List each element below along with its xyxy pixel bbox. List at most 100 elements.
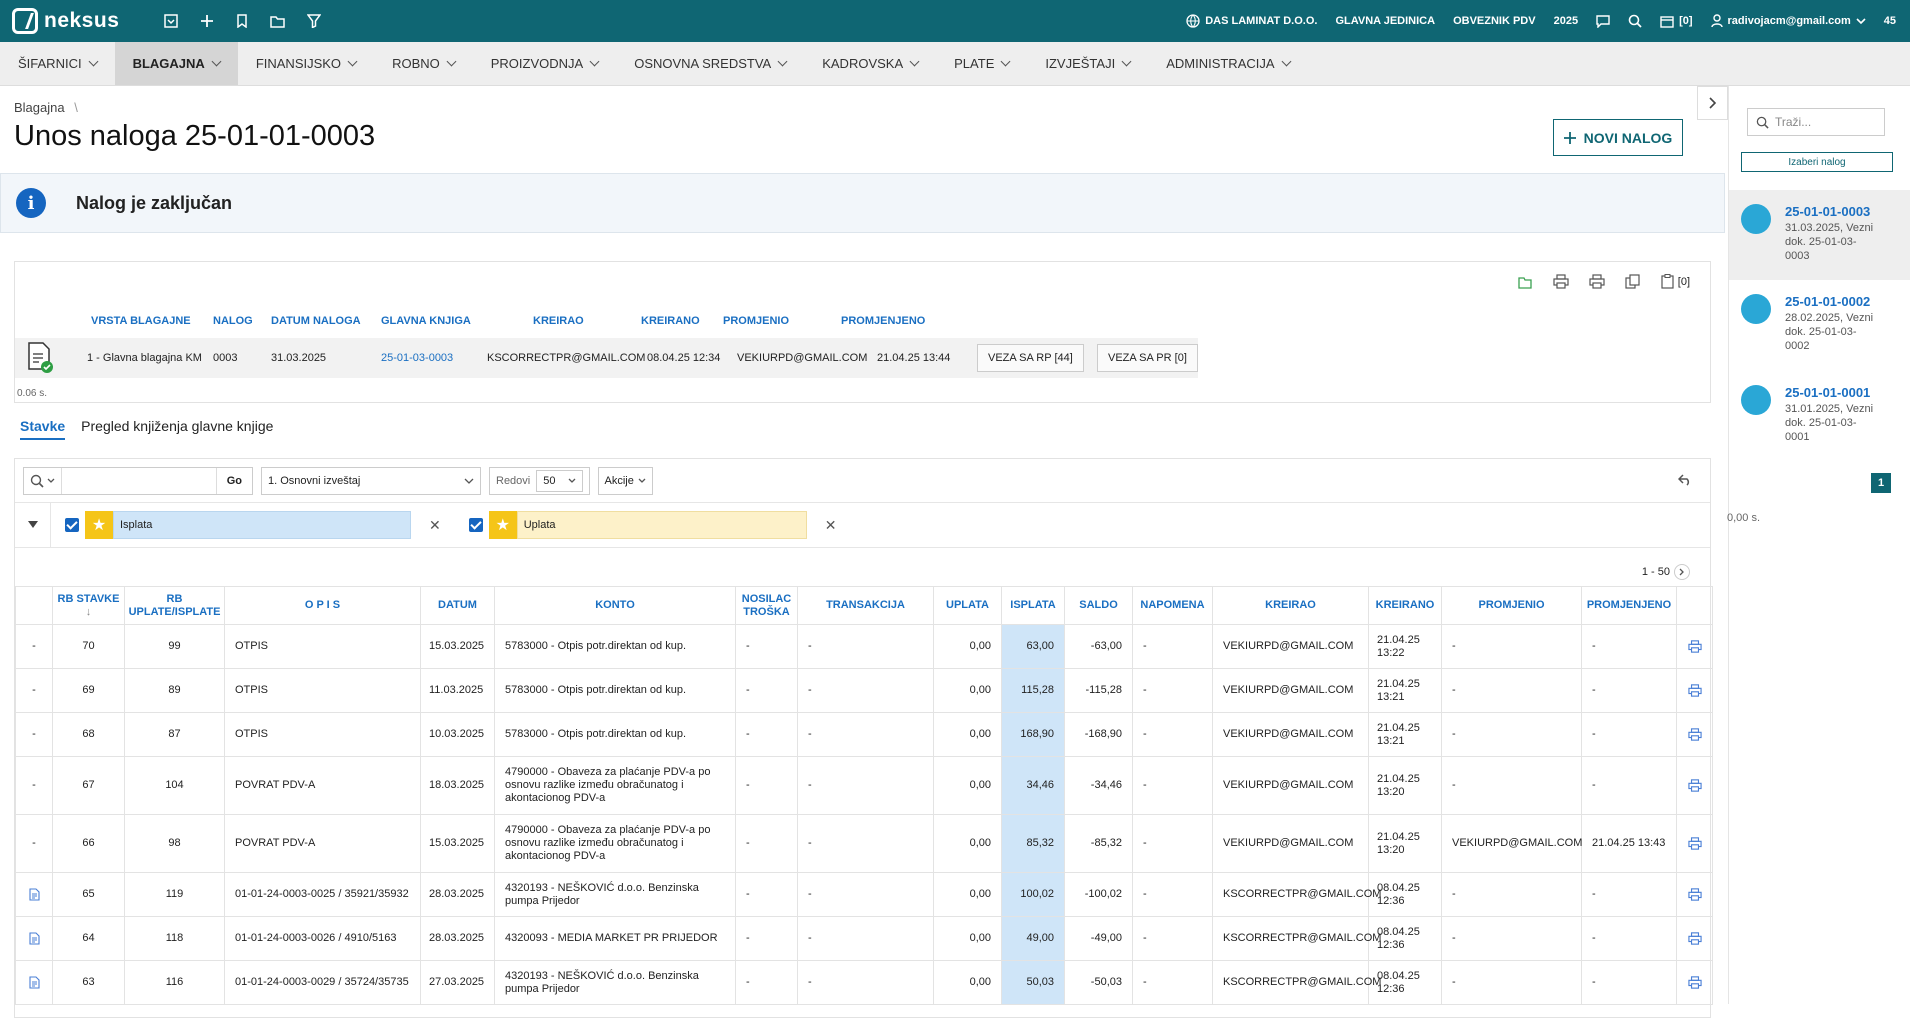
menu-osnovna-sredstva[interactable]: OSNOVNA SREDSTVA [616, 42, 804, 85]
menu-proizvodnja[interactable]: PROIZVODNJA [473, 42, 616, 85]
col-kreirano[interactable]: KREIRANO [621, 315, 713, 327]
col-kreirao[interactable]: KREIRAO [1212, 586, 1369, 625]
rows-select[interactable]: 50 [536, 470, 583, 492]
filter-isplata-checkbox[interactable] [65, 518, 79, 532]
col-nalog[interactable]: NALOG [209, 315, 267, 327]
col-nosilac[interactable]: NOSILAC TROŠKA [735, 586, 798, 625]
col-transakcija[interactable]: TRANSAKCIJA [797, 586, 934, 625]
folder-icon[interactable] [270, 15, 285, 28]
menu-plate[interactable]: PLATE [936, 42, 1027, 85]
document-icon[interactable] [15, 916, 53, 961]
sidebar-search[interactable]: Traži... [1747, 108, 1885, 136]
row-print-icon[interactable] [1676, 712, 1713, 757]
report-select[interactable]: 1. Osnovni izveštaj [261, 467, 481, 495]
inbox-icon[interactable] [164, 14, 178, 28]
table-row[interactable]: 64 118 01-01-24-0003-0026 / 4910/5163 28.03… [15, 916, 1713, 961]
print-icon[interactable] [1553, 274, 1569, 289]
document-icon[interactable] [15, 872, 53, 917]
col-rb-stavke[interactable]: RB STAVKE ↓ [52, 586, 125, 625]
col-saldo[interactable]: SALDO [1064, 586, 1133, 625]
menu-sifarnici[interactable]: ŠIFARNICI [0, 42, 115, 85]
row-print-icon[interactable] [1676, 756, 1713, 815]
table-row[interactable]: -66 98 POVRAT PDV-A 15.03.2025 4790000 - Oba… [15, 814, 1713, 873]
document-icon[interactable] [15, 960, 53, 1005]
vat-label[interactable]: OBVEZNIK PDV [1453, 15, 1536, 27]
knjiga-link[interactable]: 25-01-03-0003 [377, 352, 483, 364]
sidebar-toggle[interactable] [1697, 86, 1728, 120]
menu-izvjestaji[interactable]: IZVJEŠTAJI [1027, 42, 1148, 85]
menu-robno[interactable]: ROBNO [374, 42, 473, 85]
veza-pr-button[interactable]: VEZA SA PR [0] [1097, 344, 1198, 372]
col-kreirao[interactable]: KREIRAO [503, 315, 621, 327]
copy-icon[interactable] [1625, 274, 1641, 289]
row-print-icon[interactable] [1676, 916, 1713, 961]
tab-pregled-knjizenja[interactable]: Pregled knjiženja glavne knjige [81, 418, 273, 440]
notifications[interactable]: [0] [1660, 15, 1693, 28]
sidebar-page-button[interactable]: 1 [1871, 473, 1891, 493]
col-datum[interactable]: DATUM NALOGA [267, 315, 377, 327]
col-kreirano[interactable]: KREIRANO [1368, 586, 1442, 625]
col-promjenjeno[interactable]: PROMJENJENO [833, 315, 933, 327]
extra-counter[interactable]: 45 [1884, 15, 1896, 27]
unit-label[interactable]: GLAVNA JEDINICA [1335, 15, 1435, 27]
user-menu[interactable]: radivojacm@gmail.com [1710, 14, 1866, 28]
go-button[interactable]: Go [215, 468, 252, 494]
print-alt-icon[interactable] [1589, 274, 1605, 289]
row-print-icon[interactable] [1676, 960, 1713, 1005]
add-icon[interactable] [200, 14, 214, 28]
sidebar-order-item[interactable]: 25-01-01-0003 31.03.2025, Vezni dok. 25-0… [1729, 190, 1910, 280]
row-print-icon[interactable] [1676, 814, 1713, 873]
year-label[interactable]: 2025 [1554, 15, 1578, 27]
menu-finansijsko[interactable]: FINANSIJSKO [238, 42, 374, 85]
menu-blagajna[interactable]: BLAGAJNA [114, 42, 238, 85]
col-isplata[interactable]: ISPLATA [1001, 586, 1065, 625]
table-row[interactable]: 63 116 01-01-24-0003-0029 / 35724/35735 27.… [15, 960, 1713, 1005]
col-uplata[interactable]: UPLATA [933, 586, 1002, 625]
col-datum[interactable]: DATUM [420, 586, 495, 625]
table-row[interactable]: -68 87 OTPIS 10.03.2025 5783000 - Otpis potr… [15, 712, 1713, 757]
col-promjenio[interactable]: PROMJENIO [713, 315, 833, 327]
table-row[interactable]: -67 104 POVRAT PDV-A 18.03.2025 4790000 - Ob… [15, 756, 1713, 815]
company-selector[interactable]: DAS LAMINAT D.O.O. [1186, 14, 1317, 28]
col-vrsta[interactable]: VRSTA BLAGAJNE [87, 315, 209, 327]
search-column-picker[interactable] [24, 468, 62, 494]
row-print-icon[interactable] [1676, 668, 1713, 713]
table-row[interactable]: -69 89 OTPIS 11.03.2025 5783000 - Otpis potr… [15, 668, 1713, 713]
table-row[interactable]: -70 99 OTPIS 15.03.2025 5783000 - Otpis potr… [15, 624, 1713, 669]
row-print-icon[interactable] [1676, 872, 1713, 917]
filter-icon[interactable] [307, 14, 321, 28]
menu-administracija[interactable]: ADMINISTRACIJA [1148, 42, 1307, 85]
row-print-icon[interactable] [1676, 624, 1713, 669]
tab-stavke[interactable]: Stavke [20, 418, 66, 440]
unlock-icon[interactable] [1517, 275, 1533, 289]
attachments[interactable]: [0] [1661, 274, 1690, 289]
bookmark-icon[interactable] [236, 14, 248, 28]
col-rb-uplate[interactable]: RB UPLATE/ISPLATE [124, 586, 225, 625]
select-order-button[interactable]: Izaberi nalog [1741, 152, 1893, 172]
filter-isplata-chip[interactable]: ★ Isplata [85, 511, 411, 539]
veza-rp-button[interactable]: VEZA SA RP [44] [977, 344, 1084, 372]
search-icon[interactable] [1628, 14, 1642, 28]
filter-uplata-chip[interactable]: ★ Uplata [488, 511, 807, 539]
actions-menu[interactable]: Akcije [597, 467, 653, 495]
sidebar-order-item[interactable]: 25-01-01-0002 28.02.2025, Vezni dok. 25-0… [1729, 280, 1910, 370]
col-konto[interactable]: KONTO [494, 586, 736, 625]
next-page-button[interactable] [1674, 564, 1690, 580]
filter-uplata-checkbox[interactable] [468, 518, 483, 532]
filter-toggle[interactable] [15, 503, 51, 547]
col-napomena[interactable]: NAPOMENA [1132, 586, 1213, 625]
table-row[interactable]: 65 119 01-01-24-0003-0025 / 35921/35932 28.… [15, 872, 1713, 917]
reset-icon[interactable] [1678, 474, 1692, 486]
breadcrumb-blagajna[interactable]: Blagajna [14, 100, 65, 115]
new-order-button[interactable]: NOVI NALOG [1553, 119, 1683, 156]
close-icon[interactable]: ✕ [825, 517, 837, 534]
chat-icon[interactable] [1596, 14, 1610, 28]
sidebar-order-item[interactable]: 25-01-01-0001 31.01.2025, Vezni dok. 25-0… [1729, 371, 1910, 461]
brand-logo[interactable]: neksus [12, 8, 130, 34]
close-icon[interactable]: ✕ [429, 517, 441, 534]
menu-kadrovska[interactable]: KADROVSKA [804, 42, 936, 85]
col-promjenjeno[interactable]: PROMJENJENO [1581, 586, 1677, 625]
col-knjiga[interactable]: GLAVNA KNJIGA [377, 315, 503, 327]
col-opis[interactable]: O P I S [224, 586, 421, 625]
col-promjenio[interactable]: PROMJENIO [1441, 586, 1582, 625]
